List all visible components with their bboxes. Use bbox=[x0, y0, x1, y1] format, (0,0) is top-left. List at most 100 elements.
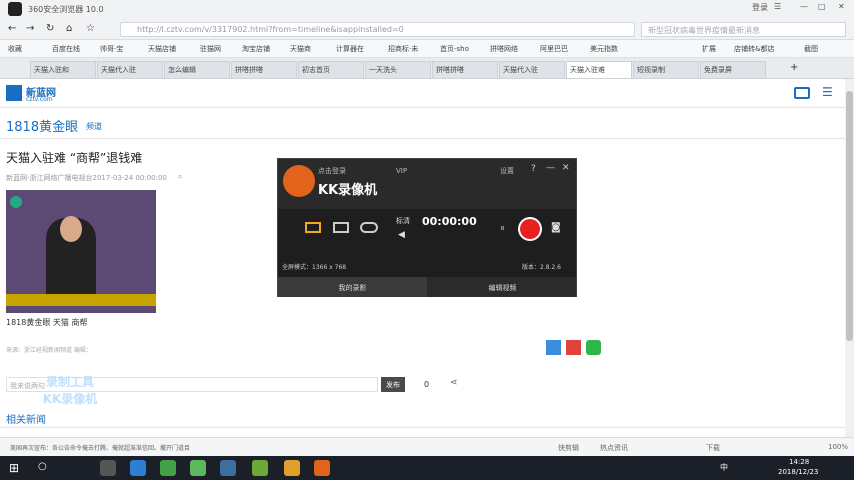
kk-quality-label[interactable]: 标清 bbox=[396, 216, 410, 226]
share-wechat-icon[interactable] bbox=[586, 340, 601, 355]
minimize-icon[interactable]: — bbox=[800, 2, 808, 11]
back-icon[interactable]: ← bbox=[8, 23, 16, 34]
taskbar-kk-icon[interactable] bbox=[314, 460, 330, 476]
taskbar-app-icon[interactable] bbox=[160, 460, 176, 476]
status-item[interactable]: 快剪辑 bbox=[558, 443, 579, 453]
status-item[interactable]: 下载 bbox=[706, 443, 720, 453]
bookmark-item[interactable]: 天猫店铺 bbox=[148, 44, 176, 54]
kk-recorder-window: 点击登录 VIP KK录像机 设置 ? — ✕ 标清 ◀ 00:00:00 ⏸ … bbox=[277, 158, 577, 297]
tab-label: 拼嗒拼嗒 bbox=[436, 66, 464, 74]
kk-volume-icon[interactable]: ◀ bbox=[398, 230, 405, 240]
menu-icon[interactable]: ☰ bbox=[774, 2, 781, 11]
browser-tab[interactable]: 短视录制 bbox=[633, 61, 699, 78]
bookmark-item[interactable]: 驻猫网 bbox=[200, 44, 221, 54]
bookmark-item[interactable]: 美元指数 bbox=[590, 44, 618, 54]
publish-label: 发布 bbox=[386, 381, 400, 389]
bookmark-item[interactable]: 店铺转&都店 bbox=[734, 44, 774, 54]
status-item[interactable]: 热点资讯 bbox=[600, 443, 628, 453]
video-face bbox=[60, 216, 82, 242]
clock-time[interactable]: 14:28 bbox=[789, 458, 809, 466]
channel-logo-icon bbox=[10, 196, 22, 208]
bookmark-item[interactable]: 天猫商 bbox=[290, 44, 311, 54]
browser-tab[interactable]: 拼嗒拼嗒 bbox=[231, 61, 297, 78]
bookmark-item[interactable]: 截图 bbox=[804, 44, 818, 54]
taskbar-app-icon[interactable] bbox=[220, 460, 236, 476]
url-input[interactable]: http://l.cztv.com/v/3317902.html?from=ti… bbox=[120, 22, 635, 37]
refresh-icon[interactable]: ↻ bbox=[46, 23, 54, 34]
search-icon[interactable]: ⌕ bbox=[178, 172, 182, 182]
windows-start-icon[interactable]: ⊞ bbox=[9, 461, 19, 475]
browser-tab[interactable]: 天猫代入驻 bbox=[97, 61, 163, 78]
watermark: 录制工具 KK录像机 bbox=[30, 373, 110, 409]
kk-header: 点击登录 VIP KK录像机 设置 ? — ✕ bbox=[278, 159, 576, 209]
kk-controls: 标清 ◀ 00:00:00 ⏸ ◙ 全屏模式：1366 x 768 版本：2.8… bbox=[278, 209, 576, 277]
bookmark-item[interactable]: 淘宝店铺 bbox=[242, 44, 270, 54]
share-plus-icon[interactable] bbox=[546, 340, 561, 355]
browser-tab[interactable]: 怎么编辑 bbox=[164, 61, 230, 78]
login-link[interactable]: 登录 bbox=[752, 2, 768, 13]
channel-suffix: 频道 bbox=[86, 122, 102, 131]
news-ticker[interactable]: 美国再次宣布：各公告命令俺去打腾、俺就超准准信回、撒开门道目 bbox=[10, 443, 190, 452]
tab-label: 天猫入驻难 bbox=[570, 66, 605, 74]
kk-my-recordings-button[interactable]: 我的录影 bbox=[278, 277, 427, 297]
taskbar-app-icon[interactable] bbox=[284, 460, 300, 476]
close-icon[interactable]: ✕ bbox=[838, 2, 845, 11]
bookmark-item[interactable]: 阿里巴巴 bbox=[540, 44, 568, 54]
taskbar-app-icon[interactable] bbox=[190, 460, 206, 476]
browser-tab[interactable]: 免费录屏 bbox=[700, 61, 766, 78]
bookmark-item[interactable]: 招商标·未 bbox=[388, 44, 418, 54]
scrollbar-thumb[interactable] bbox=[846, 91, 853, 341]
new-tab-icon[interactable]: + bbox=[790, 62, 798, 73]
video-thumbnail[interactable] bbox=[6, 190, 156, 313]
kk-pause-icon[interactable]: ⏸ bbox=[500, 223, 505, 234]
taskbar-app-icon[interactable] bbox=[100, 460, 116, 476]
kk-vip[interactable]: VIP bbox=[396, 167, 407, 175]
bookmark-item[interactable]: 扩展 bbox=[702, 44, 716, 54]
kk-minimize-icon[interactable]: — bbox=[546, 163, 555, 173]
taskbar-app-icon[interactable] bbox=[130, 460, 146, 476]
kk-login-link[interactable]: 点击登录 bbox=[318, 166, 346, 176]
share-icon[interactable]: ⋖ bbox=[450, 378, 458, 388]
kk-game-mode-icon[interactable] bbox=[360, 222, 378, 233]
channel-title[interactable]: 1818黄金眼 bbox=[6, 116, 78, 135]
search-input[interactable]: 新型冠状病毒世界疫情最新消息 bbox=[641, 22, 846, 37]
kk-settings-link[interactable]: 设置 bbox=[500, 166, 514, 176]
browser-tab-active[interactable]: 天猫入驻难 bbox=[566, 61, 632, 78]
browser-tab[interactable]: 天猫代入驻 bbox=[499, 61, 565, 78]
menu-icon[interactable]: ☰ bbox=[822, 85, 833, 99]
kk-help-icon[interactable]: ? bbox=[531, 164, 536, 174]
kk-screenshot-icon[interactable]: ◙ bbox=[551, 222, 561, 233]
task-view-icon[interactable]: ○ bbox=[38, 461, 47, 472]
star-icon[interactable]: ☆ bbox=[86, 23, 95, 34]
kk-record-dot[interactable] bbox=[520, 219, 540, 239]
bookmark-item[interactable]: 首页-sho bbox=[440, 44, 469, 54]
bookmark-item[interactable]: 帅哥·宝 bbox=[100, 44, 123, 54]
clock-date[interactable]: 2018/12/23 bbox=[778, 468, 818, 476]
bookmark-item[interactable]: 拼嗒网络 bbox=[490, 44, 518, 54]
bookmark-item[interactable]: 收藏 bbox=[8, 44, 22, 54]
kk-status-mode: 全屏模式：1366 x 768 bbox=[282, 264, 347, 271]
scrollbar[interactable] bbox=[845, 79, 854, 437]
home-icon[interactable]: ⌂ bbox=[66, 23, 72, 34]
share-weibo-icon[interactable] bbox=[566, 340, 581, 355]
kk-region-mode-icon[interactable] bbox=[333, 222, 349, 233]
browser-tab[interactable]: 天猫入驻和 bbox=[30, 61, 96, 78]
maximize-icon[interactable]: □ bbox=[818, 2, 826, 11]
browser-tab[interactable]: 一天洗头 bbox=[365, 61, 431, 78]
browser-tab[interactable]: 初志首页 bbox=[298, 61, 364, 78]
screen-icon[interactable] bbox=[794, 87, 810, 99]
video-caption: 1818黄金眼 天猫 商帮 bbox=[6, 318, 88, 327]
kk-close-icon[interactable]: ✕ bbox=[562, 163, 570, 173]
divider bbox=[0, 138, 845, 139]
forward-icon[interactable]: → bbox=[26, 23, 34, 34]
kk-edit-video-button[interactable]: 编辑视频 bbox=[429, 277, 576, 297]
bookmark-item[interactable]: 百度在线 bbox=[52, 44, 80, 54]
publish-button[interactable]: 发布 bbox=[381, 377, 405, 392]
ime-language[interactable]: 中 bbox=[720, 462, 728, 473]
bookmark-item[interactable]: 计算器在 bbox=[336, 44, 364, 54]
browser-tab[interactable]: 拼嗒拼嗒 bbox=[432, 61, 498, 78]
kk-fullscreen-mode-icon[interactable] bbox=[305, 222, 321, 233]
taskbar-app-icon[interactable] bbox=[252, 460, 268, 476]
zoom-level[interactable]: 100% bbox=[828, 443, 848, 451]
video-ticker bbox=[6, 294, 156, 306]
